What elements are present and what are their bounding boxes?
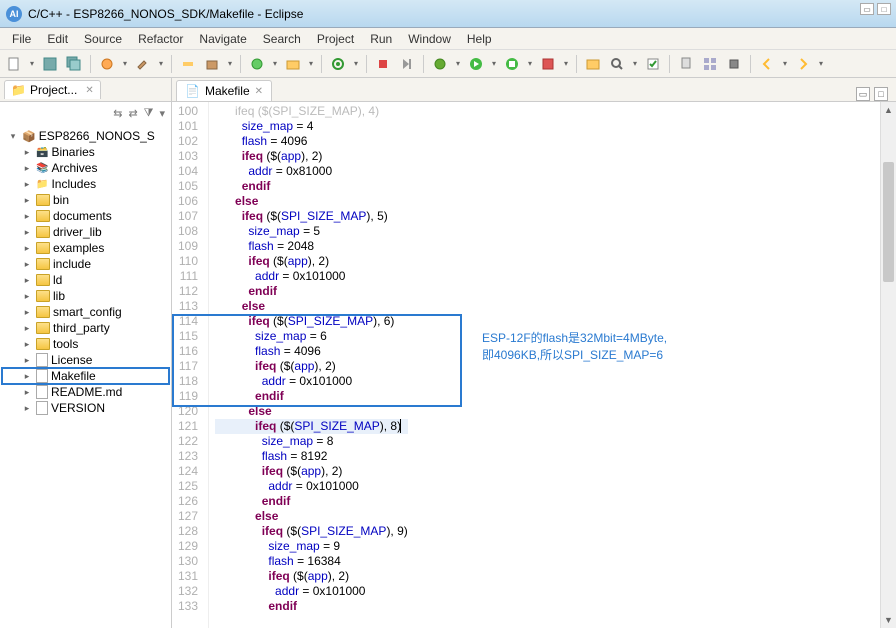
menu-source[interactable]: Source — [76, 30, 130, 48]
minimize-icon[interactable]: ▭ — [860, 3, 874, 15]
code-content[interactable]: ifeq ($(SPI_SIZE_MAP), 4) size_map = 4 f… — [209, 102, 414, 628]
makefile-icon: 📄 — [185, 84, 200, 98]
tree-item[interactable]: ▸smart_config — [2, 304, 169, 320]
stop-button[interactable] — [373, 54, 393, 74]
tree-item[interactable]: ▸📚Archives — [2, 160, 169, 176]
save-button[interactable] — [40, 54, 60, 74]
tree-item[interactable]: ▸Makefile — [2, 368, 169, 384]
menu-navigate[interactable]: Navigate — [191, 30, 254, 48]
tree-item[interactable]: ▸tools — [2, 336, 169, 352]
search-button[interactable] — [607, 54, 627, 74]
dropdown-icon[interactable]: ▾ — [28, 54, 36, 74]
maximize-icon[interactable]: □ — [877, 3, 891, 15]
dropdown-icon[interactable]: ▾ — [226, 54, 234, 74]
menu-help[interactable]: Help — [459, 30, 500, 48]
tree-item[interactable]: ▸README.md — [2, 384, 169, 400]
profile-button[interactable] — [502, 54, 522, 74]
dropdown-icon[interactable]: ▾ — [817, 54, 825, 74]
save-all-button[interactable] — [64, 54, 84, 74]
tree-item[interactable]: ▸VERSION — [2, 400, 169, 416]
toggle-button[interactable] — [178, 54, 198, 74]
dropdown-icon[interactable]: ▾ — [271, 54, 279, 74]
task-button[interactable] — [643, 54, 663, 74]
dropdown-icon[interactable]: ▾ — [631, 54, 639, 74]
maximize-icon[interactable]: □ — [874, 87, 888, 101]
tree-item[interactable]: ▾📦ESP8266_NONOS_S — [2, 128, 169, 144]
dropdown-icon[interactable]: ▾ — [454, 54, 462, 74]
view-menu-icon[interactable]: ▾ — [159, 107, 165, 120]
dropdown-icon[interactable]: ▾ — [562, 54, 570, 74]
dropdown-icon[interactable]: ▾ — [490, 54, 498, 74]
menu-refactor[interactable]: Refactor — [130, 30, 191, 48]
grid-button[interactable] — [700, 54, 720, 74]
chip-button[interactable] — [724, 54, 744, 74]
dropdown-icon[interactable]: ▾ — [157, 54, 165, 74]
ext-tools-button[interactable] — [538, 54, 558, 74]
new-button[interactable] — [4, 54, 24, 74]
tree-item[interactable]: ▸🗃️Binaries — [2, 144, 169, 160]
new-folder-button[interactable] — [283, 54, 303, 74]
explorer-toolbar: ⇆ ⇄ ⧩ ▾ — [0, 102, 171, 124]
target-button[interactable] — [328, 54, 348, 74]
package-button[interactable] — [202, 54, 222, 74]
dropdown-icon[interactable]: ▾ — [781, 54, 789, 74]
scroll-up-icon[interactable]: ▲ — [881, 102, 896, 118]
dropdown-icon[interactable]: ▾ — [121, 54, 129, 74]
tree-item[interactable]: ▸third_party — [2, 320, 169, 336]
build-button[interactable] — [97, 54, 117, 74]
tree-item[interactable]: ▸📁Includes — [2, 176, 169, 192]
close-icon[interactable]: ✕ — [85, 85, 93, 96]
menu-bar: FileEditSourceRefactorNavigateSearchProj… — [0, 28, 896, 50]
tree-item[interactable]: ▸lib — [2, 288, 169, 304]
menu-window[interactable]: Window — [400, 30, 459, 48]
forward-button[interactable] — [793, 54, 813, 74]
project-explorer-tab[interactable]: 📁 Project... ✕ — [4, 80, 101, 99]
tree-item[interactable]: ▸bin — [2, 192, 169, 208]
tree-item[interactable]: ▸ld — [2, 272, 169, 288]
scroll-down-icon[interactable]: ▼ — [881, 612, 896, 628]
run-button[interactable] — [466, 54, 486, 74]
main-toolbar: ▾ ▾ ▾ ▾ ▾ ▾ ▾ ▾ ▾ ▾ ▾ ▾ ▾ ▾ — [0, 50, 896, 78]
app-icon: AI — [6, 6, 22, 22]
close-icon[interactable]: ✕ — [255, 86, 263, 97]
dropdown-icon[interactable]: ▾ — [352, 54, 360, 74]
filter-icon[interactable]: ⧩ — [144, 107, 154, 120]
code-editor[interactable]: 1001011021031041051061071081091101111121… — [172, 102, 896, 628]
menu-file[interactable]: File — [4, 30, 39, 48]
pin-button[interactable] — [676, 54, 696, 74]
folder-icon: 📁 — [11, 83, 26, 97]
tree-item[interactable]: ▸License — [2, 352, 169, 368]
tab-label: Project... — [30, 83, 77, 97]
tab-label: Makefile — [205, 84, 250, 98]
annotation-text: ESP-12F的flash是32Mbit=4MByte, 即4096KB,所以S… — [482, 330, 667, 364]
debug-button[interactable] — [430, 54, 450, 74]
dropdown-icon[interactable]: ▾ — [526, 54, 534, 74]
vertical-scrollbar[interactable]: ▲ ▼ — [880, 102, 896, 628]
window-title: C/C++ - ESP8266_NONOS_SDK/Makefile - Ecl… — [28, 7, 303, 21]
back-button[interactable] — [757, 54, 777, 74]
open-type-button[interactable] — [583, 54, 603, 74]
project-tree[interactable]: ▾📦ESP8266_NONOS_S▸🗃️Binaries▸📚Archives▸📁… — [0, 124, 171, 628]
title-bar: AI C/C++ - ESP8266_NONOS_SDK/Makefile - … — [0, 0, 896, 28]
tree-item[interactable]: ▸documents — [2, 208, 169, 224]
new-class-button[interactable] — [247, 54, 267, 74]
hammer-button[interactable] — [133, 54, 153, 74]
skip-button[interactable] — [397, 54, 417, 74]
tree-item[interactable]: ▸examples — [2, 240, 169, 256]
editor-tab-makefile[interactable]: 📄 Makefile ✕ — [176, 80, 272, 101]
tree-item[interactable]: ▸include — [2, 256, 169, 272]
minimize-icon[interactable]: ▭ — [856, 87, 870, 101]
dropdown-icon[interactable]: ▾ — [307, 54, 315, 74]
line-gutter: 1001011021031041051061071081091101111121… — [172, 102, 209, 628]
menu-run[interactable]: Run — [362, 30, 400, 48]
menu-search[interactable]: Search — [255, 30, 309, 48]
collapse-all-icon[interactable]: ⇆ — [113, 107, 122, 120]
editor-area: 📄 Makefile ✕ ▭ □ 10010110210310410510610… — [172, 78, 896, 628]
menu-project[interactable]: Project — [309, 30, 362, 48]
tree-item[interactable]: ▸driver_lib — [2, 224, 169, 240]
menu-edit[interactable]: Edit — [39, 30, 76, 48]
scroll-thumb[interactable] — [883, 162, 894, 282]
link-editor-icon[interactable]: ⇄ — [128, 107, 137, 120]
project-explorer: 📁 Project... ✕ ▭ □ ⇆ ⇄ ⧩ ▾ ▾📦ESP8266_NON… — [0, 78, 172, 628]
